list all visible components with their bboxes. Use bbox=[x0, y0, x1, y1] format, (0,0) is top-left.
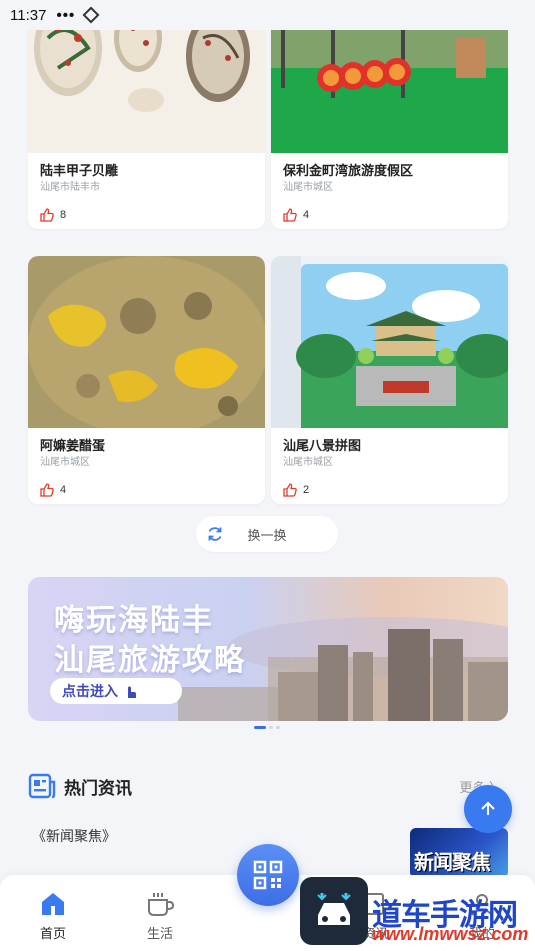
refresh-button[interactable]: 换一换 bbox=[196, 516, 338, 552]
like-number: 2 bbox=[303, 484, 310, 496]
card-location: 汕尾市城区 bbox=[40, 457, 90, 468]
card-title: 阿嫲姜醋蛋 bbox=[40, 438, 106, 453]
attraction-card[interactable]: 陆丰甲子贝雕 汕尾市陆丰市 8 bbox=[28, 0, 265, 229]
thumbs-up-icon bbox=[283, 483, 297, 497]
tab-home[interactable]: 首页 bbox=[23, 889, 83, 942]
hot-news-header: 热门资讯 更多 〉 bbox=[28, 772, 508, 800]
watermark-url: www.lmwwsz.com bbox=[372, 924, 529, 944]
banner-enter-button[interactable]: 点击进入 bbox=[50, 678, 182, 704]
puzzle-pavilion-image bbox=[271, 256, 508, 428]
arrow-up-icon bbox=[481, 801, 495, 815]
tab-home-label: 首页 bbox=[39, 926, 66, 941]
like-count[interactable]: 4 bbox=[283, 208, 496, 222]
news-thumbnail-text: 新闻聚焦 bbox=[414, 850, 491, 874]
watermark-logo bbox=[300, 877, 368, 945]
qr-scan-button[interactable] bbox=[237, 844, 299, 906]
attraction-card[interactable]: 阿嫲姜醋蛋 汕尾市城区 4 bbox=[28, 256, 265, 504]
status-time: 11:37 bbox=[10, 6, 47, 24]
attraction-card[interactable]: 保利金町湾旅游度假区 汕尾市城区 4 bbox=[271, 0, 508, 229]
refresh-label: 换一换 bbox=[247, 527, 287, 543]
banner-enter-label: 点击进入 bbox=[62, 683, 118, 699]
travel-guide-banner[interactable]: 嗨玩海陆丰 汕尾旅游攻略 点击进入 bbox=[28, 577, 508, 721]
like-number: 4 bbox=[60, 484, 67, 496]
status-bar: 11:37 ••• bbox=[0, 0, 535, 30]
pointer-hand-icon bbox=[128, 686, 136, 698]
car-logo-icon bbox=[317, 893, 351, 925]
thumbs-up-icon bbox=[40, 483, 54, 497]
card-location: 汕尾市城区 bbox=[283, 457, 333, 468]
home-icon bbox=[42, 893, 64, 915]
like-count[interactable]: 8 bbox=[40, 208, 253, 222]
like-number: 4 bbox=[303, 209, 310, 221]
like-count[interactable]: 2 bbox=[283, 483, 496, 497]
tab-life[interactable]: 生活 bbox=[130, 889, 190, 942]
ginger-egg-image bbox=[28, 256, 265, 428]
tab-life-label: 生活 bbox=[146, 926, 173, 941]
like-number: 8 bbox=[60, 209, 67, 221]
attraction-card[interactable]: 汕尾八景拼图 汕尾市城区 2 bbox=[271, 256, 508, 504]
banner-title-line1: 嗨玩海陆丰 bbox=[54, 603, 214, 638]
back-to-top-button[interactable] bbox=[464, 785, 512, 833]
thumbs-up-icon bbox=[283, 208, 297, 222]
card-title: 汕尾八景拼图 bbox=[283, 438, 362, 453]
card-title: 陆丰甲子贝雕 bbox=[40, 163, 119, 178]
status-dots: ••• bbox=[56, 6, 76, 24]
signal-icon bbox=[82, 6, 100, 24]
news-item-title[interactable]: 《新闻聚焦》 bbox=[32, 826, 116, 846]
card-title: 保利金町湾旅游度假区 bbox=[283, 163, 414, 178]
qr-code-icon bbox=[253, 860, 283, 890]
refresh-icon bbox=[208, 527, 222, 541]
card-location: 汕尾市陆丰市 bbox=[40, 182, 100, 193]
thumbs-up-icon bbox=[40, 208, 54, 222]
banner-title-line2: 汕尾旅游攻略 bbox=[54, 643, 246, 678]
newspaper-icon bbox=[28, 773, 56, 799]
news-thumbnail[interactable]: 新闻聚焦 bbox=[410, 828, 508, 878]
hot-news-title: 热门资讯 bbox=[64, 778, 132, 798]
card-location: 汕尾市城区 bbox=[283, 182, 333, 193]
like-count[interactable]: 4 bbox=[40, 483, 253, 497]
carousel-indicator bbox=[254, 726, 280, 729]
coffee-cup-icon bbox=[148, 893, 175, 916]
